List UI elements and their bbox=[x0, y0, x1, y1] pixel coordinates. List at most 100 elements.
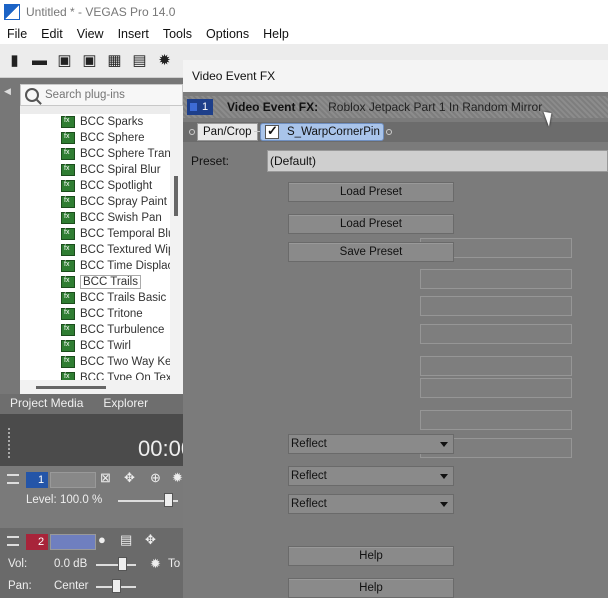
reflect-value: Reflect bbox=[291, 438, 327, 450]
plugin-item[interactable]: BCC Trails bbox=[20, 274, 170, 290]
plugin-item[interactable]: BCC Temporal Blur bbox=[20, 226, 170, 242]
level-slider-knob[interactable] bbox=[164, 493, 173, 507]
reflect-dropdown-2[interactable]: Reflect bbox=[288, 466, 454, 486]
level-label: Level: bbox=[26, 494, 57, 506]
track-composite-icon[interactable]: ⊕ bbox=[150, 470, 161, 486]
plugin-item[interactable]: BCC Textured Wip bbox=[20, 242, 170, 258]
plugin-fx-icon bbox=[61, 308, 75, 320]
param-field-7[interactable] bbox=[420, 410, 572, 430]
open-icon[interactable]: ▬ bbox=[31, 52, 48, 69]
menu-tools[interactable]: Tools bbox=[156, 27, 199, 41]
plugin-fx-icon bbox=[61, 372, 75, 380]
plugin-explorer: BCC Sparks BCC Sphere BCC Sphere Trans BCC … bbox=[20, 84, 183, 400]
plugin-item[interactable]: BCC Swish Pan bbox=[20, 210, 170, 226]
search-input[interactable] bbox=[45, 89, 165, 101]
plugin-item[interactable]: BCC Turbulence bbox=[20, 322, 170, 338]
plugin-list-hscrollbar[interactable] bbox=[20, 380, 183, 394]
plugin-item[interactable]: BCC Spray Paint N bbox=[20, 194, 170, 210]
track-name-field[interactable] bbox=[50, 534, 96, 550]
param-field-4[interactable] bbox=[420, 324, 572, 344]
reflect-dropdown-1[interactable]: Reflect bbox=[288, 434, 454, 454]
track-motion-icon[interactable]: ✥ bbox=[145, 532, 156, 548]
plugin-item[interactable]: BCC Trails Basic bbox=[20, 290, 170, 306]
reflect-value: Reflect bbox=[291, 470, 327, 482]
track-fx-icon[interactable]: ▤ bbox=[120, 532, 132, 548]
plugin-item[interactable]: BCC Twirl bbox=[20, 338, 170, 354]
chain-warp-corner-pin-button[interactable]: S_WarpCornerPin bbox=[260, 123, 384, 141]
pan-slider-knob[interactable] bbox=[112, 579, 121, 593]
plugin-list-vscrollbar[interactable] bbox=[170, 106, 183, 380]
menu-options[interactable]: Options bbox=[199, 27, 256, 41]
plugin-fx-icon bbox=[61, 324, 75, 336]
vol-slider-knob[interactable] bbox=[118, 557, 127, 571]
track-gear-icon[interactable]: ✹ bbox=[150, 556, 161, 572]
plugin-fx-icon bbox=[61, 260, 75, 272]
plugin-item[interactable]: BCC Two Way Key bbox=[20, 354, 170, 370]
panel-collapse-arrow-icon[interactable]: ◀ bbox=[4, 86, 11, 97]
plugin-item[interactable]: BCC Spiral Blur bbox=[20, 162, 170, 178]
plugin-fx-icon bbox=[61, 116, 75, 128]
track-name-field[interactable] bbox=[50, 472, 96, 488]
preset-dropdown[interactable]: (Default) bbox=[267, 150, 608, 172]
plugin-label: BCC Time Displace bbox=[80, 260, 170, 272]
menu-file[interactable]: File bbox=[0, 27, 34, 41]
plugin-item[interactable]: BCC Sphere Trans bbox=[20, 146, 170, 162]
param-field-2[interactable] bbox=[420, 269, 572, 289]
param-field-5[interactable] bbox=[420, 356, 572, 376]
chain-warp-label: S_WarpCornerPin bbox=[287, 126, 380, 138]
track-gear-icon[interactable]: ✹ bbox=[172, 470, 183, 486]
plugin-list: BCC Sparks BCC Sphere BCC Sphere Trans BCC … bbox=[20, 114, 170, 380]
menu-view[interactable]: View bbox=[70, 27, 111, 41]
plugin-fx-icon bbox=[61, 340, 75, 352]
track-number: 1 bbox=[26, 472, 48, 488]
track-fx-icon[interactable]: ⊠ bbox=[100, 470, 111, 486]
video-event-fx-dialog: Video Event FX 1 Video Event FX: Roblox … bbox=[183, 60, 608, 598]
menu-edit[interactable]: Edit bbox=[34, 27, 70, 41]
vscroll-thumb[interactable] bbox=[174, 176, 178, 216]
plugin-item[interactable]: BCC Time Displace bbox=[20, 258, 170, 274]
reflect-dropdown-3[interactable]: Reflect bbox=[288, 494, 454, 514]
help-button-2[interactable]: Help bbox=[288, 578, 454, 598]
load-preset-button[interactable]: Load Preset bbox=[288, 182, 454, 202]
track-extra-label: To bbox=[168, 558, 181, 570]
hscroll-thumb[interactable] bbox=[36, 386, 106, 389]
param-field-3[interactable] bbox=[420, 296, 572, 316]
plugin-item[interactable]: BCC Sphere bbox=[20, 130, 170, 146]
render-icon[interactable]: ▦ bbox=[106, 52, 123, 69]
gear-icon[interactable]: ✹ bbox=[156, 52, 173, 69]
plugin-item[interactable]: BCC Type On Tex bbox=[20, 370, 170, 380]
save-icon[interactable]: ▣ bbox=[56, 52, 73, 69]
plugin-fx-icon bbox=[61, 148, 75, 160]
fx-enable-checkbox[interactable] bbox=[265, 123, 279, 139]
level-value: 100.0 % bbox=[60, 494, 103, 506]
menu-insert[interactable]: Insert bbox=[111, 27, 156, 41]
plugin-fx-icon bbox=[61, 180, 75, 192]
save-preset-button[interactable]: Save Preset bbox=[288, 242, 454, 262]
help-button[interactable]: Help bbox=[288, 546, 454, 566]
plugin-item[interactable]: BCC Spotlight bbox=[20, 178, 170, 194]
record-arm-icon[interactable]: ● bbox=[98, 532, 106, 547]
properties-icon[interactable]: ▤ bbox=[131, 52, 148, 69]
plugin-label: BCC Twirl bbox=[80, 340, 131, 352]
plugin-item[interactable]: BCC Tritone bbox=[20, 306, 170, 322]
chain-node-icon bbox=[189, 129, 195, 135]
plugin-explorer-panel: ◀ BCC SparksBCC SphereBCC Sphere TransBC… bbox=[0, 78, 183, 408]
save-as-icon[interactable]: ▣ bbox=[81, 52, 98, 69]
panel-grip[interactable] bbox=[8, 428, 12, 458]
chain-pancrop-button[interactable]: Pan/Crop bbox=[197, 123, 258, 141]
tab-project-media[interactable]: Project Media bbox=[0, 394, 93, 414]
track-menu-icon[interactable] bbox=[7, 474, 19, 484]
param-field-6[interactable] bbox=[420, 378, 572, 398]
plugin-fx-icon bbox=[61, 276, 75, 288]
vol-slider[interactable] bbox=[96, 564, 136, 566]
chevron-down-icon bbox=[440, 474, 448, 479]
new-icon[interactable]: ▮ bbox=[6, 52, 23, 69]
track-motion-icon[interactable]: ✥ bbox=[124, 470, 135, 486]
track-menu-icon[interactable] bbox=[7, 536, 19, 546]
load-preset-button-2[interactable]: Load Preset bbox=[288, 214, 454, 234]
dialog-title-bar[interactable]: Video Event FX bbox=[183, 60, 608, 92]
plugin-item[interactable]: BCC Sparks bbox=[20, 114, 170, 130]
search-icon bbox=[25, 88, 39, 102]
tab-explorer[interactable]: Explorer bbox=[93, 394, 158, 414]
menu-help[interactable]: Help bbox=[256, 27, 296, 41]
